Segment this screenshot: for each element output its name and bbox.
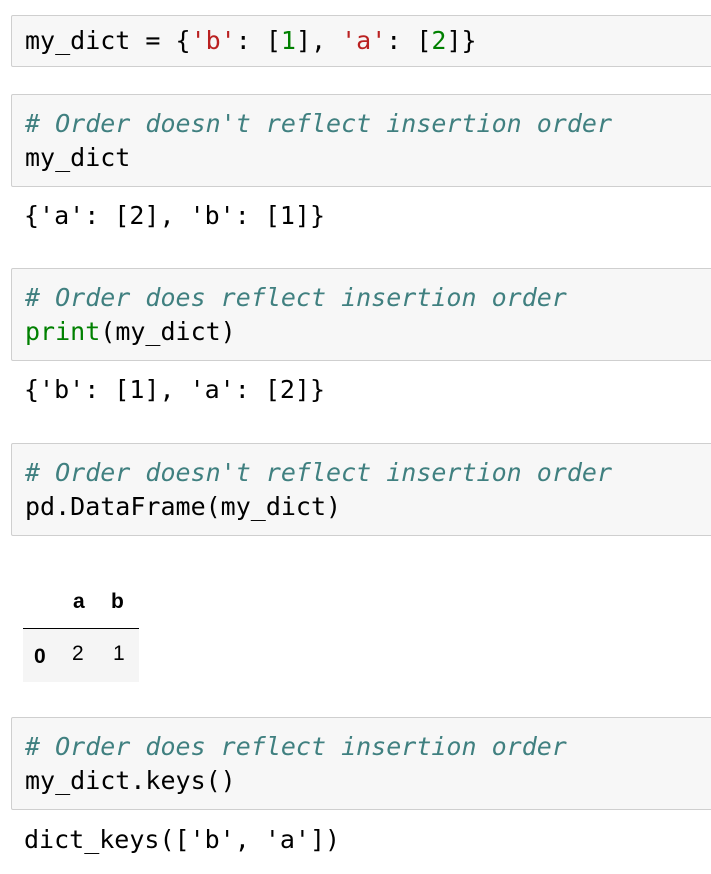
- code-comment: # Order doesn't reflect insertion order: [25, 109, 612, 138]
- table-cell: 2: [72, 642, 84, 665]
- builtin-print: print: [25, 317, 101, 346]
- column-header-a: a: [73, 590, 85, 613]
- code-cell-5[interactable]: # Order does reflect insertion order my_…: [11, 717, 711, 810]
- code-comment: # Order does reflect insertion order: [25, 732, 567, 761]
- code-line: my_dict = {'b': [1], 'a': [2]}: [25, 26, 477, 55]
- cell-output-3: {'b': [1], 'a': [2]}: [24, 375, 326, 404]
- code-cell-2[interactable]: # Order doesn't reflect insertion order …: [11, 94, 711, 187]
- dataframe-output: a b 0 2 1: [23, 585, 139, 682]
- table-cell: 1: [113, 642, 125, 665]
- code-line: my_dict.keys(): [25, 766, 236, 795]
- dataframe-header: a b: [23, 585, 139, 630]
- cell-output-5: dict_keys(['b', 'a']): [24, 825, 341, 854]
- code-comment: # Order doesn't reflect insertion order: [25, 458, 612, 487]
- cell-output-2: {'a': [2], 'b': [1]}: [24, 201, 326, 230]
- code-cell-1[interactable]: my_dict = {'b': [1], 'a': [2]}: [11, 15, 711, 67]
- code-cell-3[interactable]: # Order does reflect insertion order pri…: [11, 268, 711, 361]
- code-line: print(my_dict): [25, 317, 236, 346]
- code-line: pd.DataFrame(my_dict): [25, 492, 342, 521]
- table-row: 0 2 1: [23, 629, 139, 682]
- code-cell-4[interactable]: # Order doesn't reflect insertion order …: [11, 443, 711, 536]
- row-index: 0: [34, 645, 46, 668]
- code-line: my_dict: [25, 143, 131, 172]
- column-header-b: b: [111, 590, 124, 613]
- code-comment: # Order does reflect insertion order: [25, 283, 567, 312]
